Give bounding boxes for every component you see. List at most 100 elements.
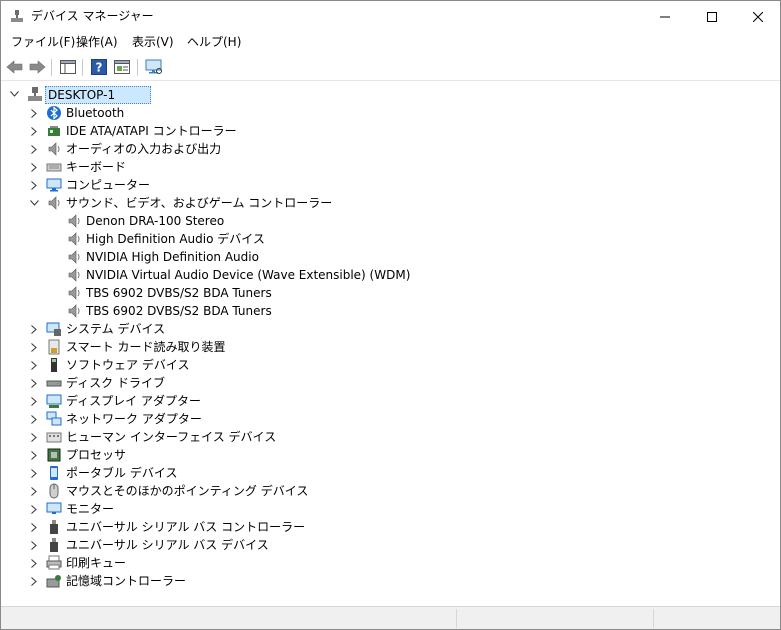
expand-toggle[interactable] [29, 324, 39, 334]
forward-arrow-icon [29, 60, 46, 74]
computer-root-icon [28, 87, 42, 101]
usb-icon [50, 538, 58, 552]
tree-device-item[interactable]: NVIDIA High Definition Audio [86, 249, 259, 265]
expand-toggle[interactable] [29, 414, 39, 424]
tree-category-item[interactable]: サウンド、ビデオ、およびゲーム コントローラー [66, 195, 332, 211]
expand-toggle[interactable] [29, 126, 39, 136]
expand-toggle[interactable] [29, 540, 39, 550]
chevron-right-icon [31, 324, 37, 334]
toolbar: ? [1, 54, 780, 81]
back-button[interactable] [5, 58, 25, 76]
expand-toggle[interactable] [29, 576, 39, 586]
chevron-right-icon [31, 342, 37, 352]
chevron-right-icon [31, 522, 37, 532]
tree-category-item[interactable]: ユニバーサル シリアル バス コントローラー [66, 519, 305, 535]
tree-device-item[interactable]: TBS 6902 DVBS/S2 BDA Tuners [86, 285, 272, 301]
tree-root-item[interactable]: DESKTOP-1 [45, 86, 151, 104]
expand-toggle[interactable] [29, 486, 39, 496]
menu-view[interactable]: 表示(V) [132, 35, 174, 50]
close-button[interactable] [735, 1, 781, 32]
tree-category-item[interactable]: ネットワーク アダプター [66, 411, 202, 427]
show-hide-button[interactable] [58, 58, 78, 76]
chevron-right-icon [31, 414, 37, 424]
expand-toggle[interactable] [29, 180, 39, 190]
menu-action[interactable]: 操作(A) [76, 35, 118, 50]
speaker-icon [48, 196, 60, 210]
toolbar-separator [82, 59, 83, 76]
tree-category-item[interactable]: ディスク ドライブ [66, 375, 165, 391]
menu-help[interactable]: ヘルプ(H) [187, 35, 241, 50]
toolbar-separator [137, 59, 138, 76]
tree-category-item[interactable]: モニター [66, 501, 114, 517]
expand-toggle[interactable] [29, 378, 39, 388]
expand-toggle[interactable] [29, 108, 39, 118]
computer-icon [46, 178, 62, 192]
title-bar[interactable]: デバイス マネージャー [1, 1, 780, 32]
expand-toggle[interactable] [29, 432, 39, 442]
tree-category-item[interactable]: ディスプレイ アダプター [66, 393, 201, 409]
keyboard-icon [46, 163, 62, 172]
collapse-toggle[interactable] [29, 198, 39, 208]
device-manager-window: デバイス マネージャー ファイル(F) 操作(A) 表示(V) ヘルプ(H) ? [0, 0, 781, 630]
minimize-button[interactable] [642, 1, 688, 32]
chevron-right-icon [31, 432, 37, 442]
usb-icon [50, 520, 58, 534]
close-icon [753, 11, 763, 22]
scan-hardware-button[interactable] [144, 58, 164, 76]
tree-category-item[interactable]: ユニバーサル シリアル バス デバイス [66, 537, 269, 553]
scan-hardware-icon [145, 59, 162, 74]
chevron-right-icon [31, 108, 37, 118]
chevron-right-icon [31, 468, 37, 478]
tree-device-item[interactable]: NVIDIA Virtual Audio Device (Wave Extens… [86, 267, 410, 283]
tree-category-item[interactable]: オーディオの入力および出力 [66, 141, 221, 157]
processor-icon [47, 448, 61, 462]
tree-category-item[interactable]: 印刷キュー [66, 555, 126, 571]
expand-toggle[interactable] [29, 558, 39, 568]
tree-category-item[interactable]: Bluetooth [66, 105, 124, 121]
expand-toggle[interactable] [29, 144, 39, 154]
tree-category-item[interactable]: ヒューマン インターフェイス デバイス [66, 429, 276, 445]
chevron-right-icon [31, 378, 37, 388]
help-button[interactable]: ? [89, 58, 109, 76]
tree-device-item[interactable]: TBS 6902 DVBS/S2 BDA Tuners [86, 303, 272, 319]
speaker-icon [68, 214, 80, 228]
maximize-button[interactable] [689, 1, 735, 32]
chevron-right-icon [31, 180, 37, 190]
tree-category-item[interactable]: ポータブル デバイス [66, 465, 177, 481]
tree-root-label: DESKTOP-1 [48, 88, 116, 102]
smart-card-reader-icon [48, 339, 60, 355]
expand-toggle[interactable] [29, 396, 39, 406]
tree-category-item[interactable]: キーボード [66, 159, 126, 175]
device-manager-icon [11, 10, 23, 22]
expand-toggle[interactable] [29, 342, 39, 352]
expand-toggle[interactable] [29, 522, 39, 532]
expand-toggle[interactable] [29, 468, 39, 478]
properties-icon [114, 60, 130, 74]
display-adapter-icon [46, 394, 62, 408]
forward-button[interactable] [27, 58, 47, 76]
root-collapse-toggle[interactable] [9, 89, 19, 99]
tree-category-item[interactable]: システム デバイス [66, 321, 165, 337]
tree-category-item[interactable]: マウスとそのほかのポインティング デバイス [66, 483, 308, 499]
chevron-right-icon [31, 360, 37, 370]
tree-category-item[interactable]: 記憶域コントローラー [66, 573, 186, 589]
tree-category-item[interactable]: スマート カード読み取り装置 [66, 339, 225, 355]
disk-drive-icon [46, 380, 62, 387]
expand-toggle[interactable] [29, 360, 39, 370]
bluetooth-icon [47, 106, 61, 120]
expand-toggle[interactable] [29, 504, 39, 514]
tree-device-item[interactable]: Denon DRA-100 Stereo [86, 213, 224, 229]
tree-device-item[interactable]: High Definition Audio デバイス [86, 231, 265, 247]
chevron-right-icon [31, 576, 37, 586]
expand-toggle[interactable] [29, 450, 39, 460]
help-icon: ? [91, 59, 107, 75]
speaker-icon [68, 232, 80, 246]
tree-category-item[interactable]: コンピューター [66, 177, 150, 193]
status-divider [653, 609, 654, 628]
properties-button[interactable] [112, 58, 132, 76]
tree-category-item[interactable]: IDE ATA/ATAPI コントローラー [66, 123, 237, 139]
expand-toggle[interactable] [29, 162, 39, 172]
tree-category-item[interactable]: ソフトウェア デバイス [66, 357, 189, 373]
menu-file[interactable]: ファイル(F) [11, 35, 75, 50]
tree-category-item[interactable]: プロセッサ [66, 447, 126, 463]
